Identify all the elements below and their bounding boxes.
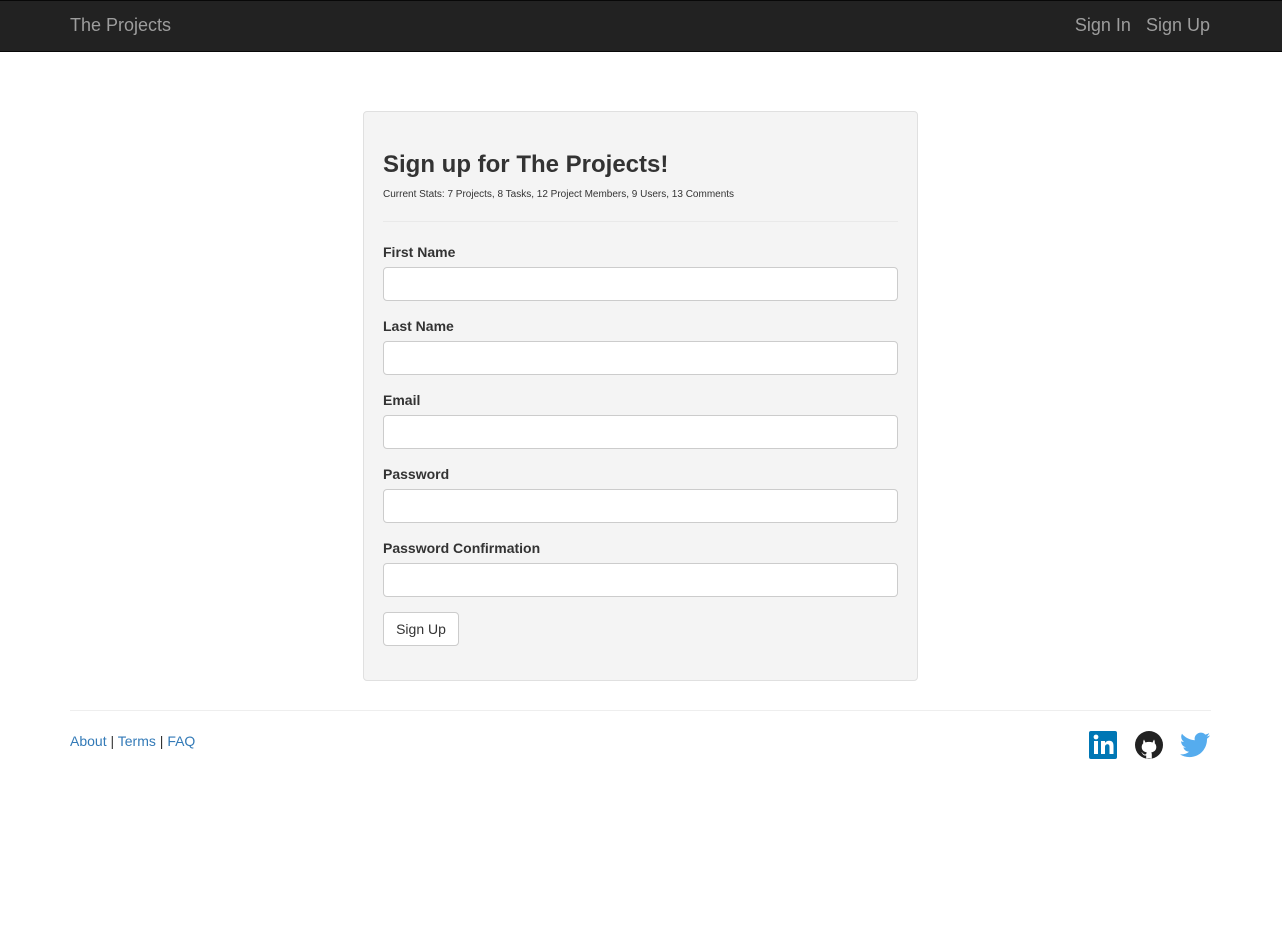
password-field[interactable] <box>383 489 898 523</box>
password-confirmation-label: Password Confirmation <box>383 540 541 556</box>
faq-link[interactable]: FAQ <box>167 733 195 749</box>
sign-up-link[interactable]: Sign Up <box>1146 15 1210 36</box>
sign-in-link[interactable]: Sign In <box>1075 15 1131 36</box>
footer-links: About | Terms | FAQ <box>70 733 195 749</box>
signup-panel: Sign up for The Projects! Current Stats:… <box>363 111 918 681</box>
first-name-field[interactable] <box>383 267 898 301</box>
about-link[interactable]: About <box>70 733 107 749</box>
email-label: Email <box>383 392 421 408</box>
top-navbar: The Projects Sign In Sign Up <box>0 0 1282 52</box>
last-name-label: Last Name <box>383 318 454 334</box>
divider <box>383 221 898 222</box>
terms-link[interactable]: Terms <box>118 733 156 749</box>
footer-separator: | <box>159 733 164 749</box>
sign-up-button[interactable]: Sign Up <box>383 612 459 646</box>
nav-right: Sign In Sign Up <box>1075 15 1210 36</box>
email-field[interactable] <box>383 415 898 449</box>
page-title: Sign up for The Projects! <box>383 151 669 178</box>
footer-separator: | <box>110 733 115 749</box>
password-label: Password <box>383 466 450 482</box>
last-name-field[interactable] <box>383 341 898 375</box>
twitter-icon[interactable] <box>1178 730 1212 760</box>
brand-link[interactable]: The Projects <box>70 15 171 36</box>
current-stats: Current Stats: 7 Projects, 8 Tasks, 12 P… <box>383 189 735 200</box>
first-name-label: First Name <box>383 244 456 260</box>
footer-divider <box>70 710 1211 711</box>
github-icon[interactable] <box>1134 730 1164 760</box>
linkedin-icon[interactable] <box>1088 730 1118 760</box>
password-confirmation-field[interactable] <box>383 563 898 597</box>
